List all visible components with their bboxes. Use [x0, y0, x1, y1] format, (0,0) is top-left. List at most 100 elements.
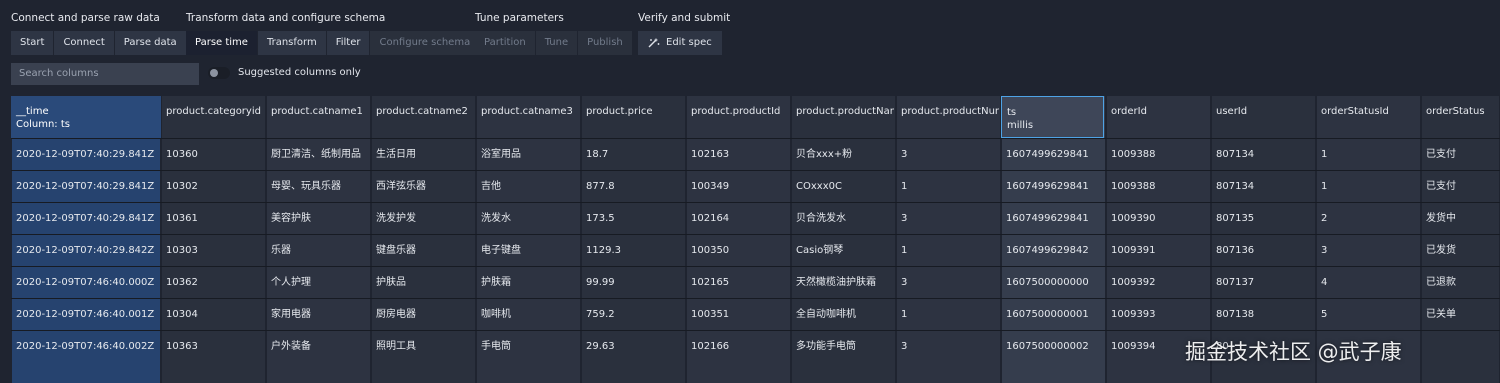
table-cell[interactable]: 洗发水: [476, 203, 581, 234]
table-cell[interactable]: 1607499629841: [1001, 203, 1106, 234]
table-cell[interactable]: 10363: [161, 331, 266, 362]
column-header[interactable]: product.productId: [686, 96, 789, 138]
table-cell[interactable]: 1009388: [1106, 139, 1211, 170]
table-cell[interactable]: 贝合洗发水: [791, 203, 896, 234]
table-cell[interactable]: 浴室用品: [476, 139, 581, 170]
table-cell[interactable]: 1607500000001: [1001, 299, 1106, 330]
table-cell[interactable]: 1607500000002: [1001, 331, 1106, 362]
parse-data-button[interactable]: Parse data: [114, 31, 187, 55]
tune-button[interactable]: Tune: [535, 31, 579, 55]
filter-button[interactable]: Filter: [326, 31, 371, 55]
table-cell[interactable]: 29.63: [581, 331, 686, 362]
publish-button[interactable]: Publish: [578, 31, 633, 55]
table-cell[interactable]: 户外装备: [266, 331, 371, 362]
table-cell[interactable]: 102165: [686, 267, 791, 298]
table-cell[interactable]: 102164: [686, 203, 791, 234]
table-cell[interactable]: 2020-12-09T07:46:40.000Z: [11, 267, 161, 298]
table-cell[interactable]: 厨卫清洁、纸制用品: [266, 139, 371, 170]
table-cell[interactable]: COxxx0C: [791, 171, 896, 202]
connect-button[interactable]: Connect: [54, 31, 115, 55]
table-cell[interactable]: 759.2: [581, 299, 686, 330]
table-cell[interactable]: 母婴、玩具乐器: [266, 171, 371, 202]
table-cell[interactable]: 100349: [686, 171, 791, 202]
table-cell[interactable]: 10302: [161, 171, 266, 202]
column-header[interactable]: orderId: [1106, 96, 1209, 138]
table-cell[interactable]: 生活日用: [371, 139, 476, 170]
column-header[interactable]: ts millis: [1001, 96, 1104, 138]
table-cell[interactable]: 1: [896, 299, 1001, 330]
table-cell[interactable]: 2020-12-09T07:40:29.842Z: [11, 235, 161, 266]
search-columns-input[interactable]: [11, 63, 199, 85]
configure-schema-button[interactable]: Configure schema: [370, 31, 481, 55]
table-cell[interactable]: 1: [1316, 139, 1421, 170]
table-cell[interactable]: 厨房电器: [371, 299, 476, 330]
table-cell[interactable]: 1009391: [1106, 235, 1211, 266]
column-header[interactable]: product.productNum: [896, 96, 999, 138]
table-cell[interactable]: 1009388: [1106, 171, 1211, 202]
column-header[interactable]: userId: [1211, 96, 1314, 138]
partition-button[interactable]: Partition: [475, 31, 536, 55]
table-cell[interactable]: 乐器: [266, 235, 371, 266]
table-cell[interactable]: 多功能手电筒: [791, 331, 896, 362]
table-cell[interactable]: 洗发护发: [371, 203, 476, 234]
table-cell[interactable]: 西洋弦乐器: [371, 171, 476, 202]
table-cell[interactable]: 1607500000000: [1001, 267, 1106, 298]
table-cell[interactable]: 4: [1316, 267, 1421, 298]
table-cell[interactable]: 2020-12-09T07:40:29.841Z: [11, 203, 161, 234]
table-cell[interactable]: 1: [1316, 171, 1421, 202]
column-header[interactable]: orderStatusId: [1316, 96, 1419, 138]
table-cell[interactable]: 1009390: [1106, 203, 1211, 234]
table-cell[interactable]: 天然橄榄油护肤霜: [791, 267, 896, 298]
table-cell[interactable]: 已支付: [1421, 139, 1500, 170]
table-cell[interactable]: 3: [1316, 235, 1421, 266]
table-cell[interactable]: Casio钢琴: [791, 235, 896, 266]
table-cell[interactable]: 18.7: [581, 139, 686, 170]
table-cell[interactable]: 1607499629841: [1001, 171, 1106, 202]
table-cell[interactable]: 1607499629841: [1001, 139, 1106, 170]
table-cell[interactable]: 已退款: [1421, 267, 1500, 298]
table-cell[interactable]: 2020-12-09T07:46:40.002Z: [11, 331, 161, 362]
table-cell[interactable]: 已关单: [1421, 299, 1500, 330]
table-cell[interactable]: 3: [896, 203, 1001, 234]
table-cell[interactable]: 电子键盘: [476, 235, 581, 266]
table-cell[interactable]: 10361: [161, 203, 266, 234]
parse-time-button[interactable]: Parse time: [186, 31, 258, 55]
table-cell[interactable]: 1129.3: [581, 235, 686, 266]
edit-spec-button[interactable]: Edit spec: [638, 31, 723, 55]
start-button[interactable]: Start: [11, 31, 55, 55]
table-cell[interactable]: [1421, 331, 1500, 362]
table-cell[interactable]: 173.5: [581, 203, 686, 234]
column-header[interactable]: product.productNam: [791, 96, 894, 138]
table-cell[interactable]: 2020-12-09T07:40:29.841Z: [11, 139, 161, 170]
table-cell[interactable]: 807134: [1211, 139, 1316, 170]
column-header[interactable]: product.catname2: [371, 96, 474, 138]
table-cell[interactable]: 100351: [686, 299, 791, 330]
table-cell[interactable]: 1009392: [1106, 267, 1211, 298]
table-cell[interactable]: 3: [896, 139, 1001, 170]
table-cell[interactable]: 发货中: [1421, 203, 1500, 234]
table-cell[interactable]: 807137: [1211, 267, 1316, 298]
table-cell[interactable]: 全自动咖啡机: [791, 299, 896, 330]
table-cell[interactable]: 3: [896, 267, 1001, 298]
table-cell[interactable]: 99.99: [581, 267, 686, 298]
table-cell[interactable]: 护肤品: [371, 267, 476, 298]
table-cell[interactable]: 个人护理: [266, 267, 371, 298]
table-cell[interactable]: 102166: [686, 331, 791, 362]
table-cell[interactable]: 807135: [1211, 203, 1316, 234]
transform-button[interactable]: Transform: [257, 31, 327, 55]
table-cell[interactable]: 吉他: [476, 171, 581, 202]
table-cell[interactable]: 1607499629842: [1001, 235, 1106, 266]
table-cell[interactable]: 3: [896, 331, 1001, 362]
column-header[interactable]: __time Column: ts: [11, 96, 161, 138]
table-cell[interactable]: 10360: [161, 139, 266, 170]
table-cell[interactable]: 护肤霜: [476, 267, 581, 298]
table-cell[interactable]: 102163: [686, 139, 791, 170]
table-cell[interactable]: 照明工具: [371, 331, 476, 362]
table-cell[interactable]: 807138: [1211, 299, 1316, 330]
column-header[interactable]: product.catname1: [266, 96, 369, 138]
table-cell[interactable]: 美容护肤: [266, 203, 371, 234]
table-cell[interactable]: 807136: [1211, 235, 1316, 266]
column-header[interactable]: product.catname3: [476, 96, 579, 138]
table-cell[interactable]: 807134: [1211, 171, 1316, 202]
table-cell[interactable]: 贝合xxx+粉: [791, 139, 896, 170]
